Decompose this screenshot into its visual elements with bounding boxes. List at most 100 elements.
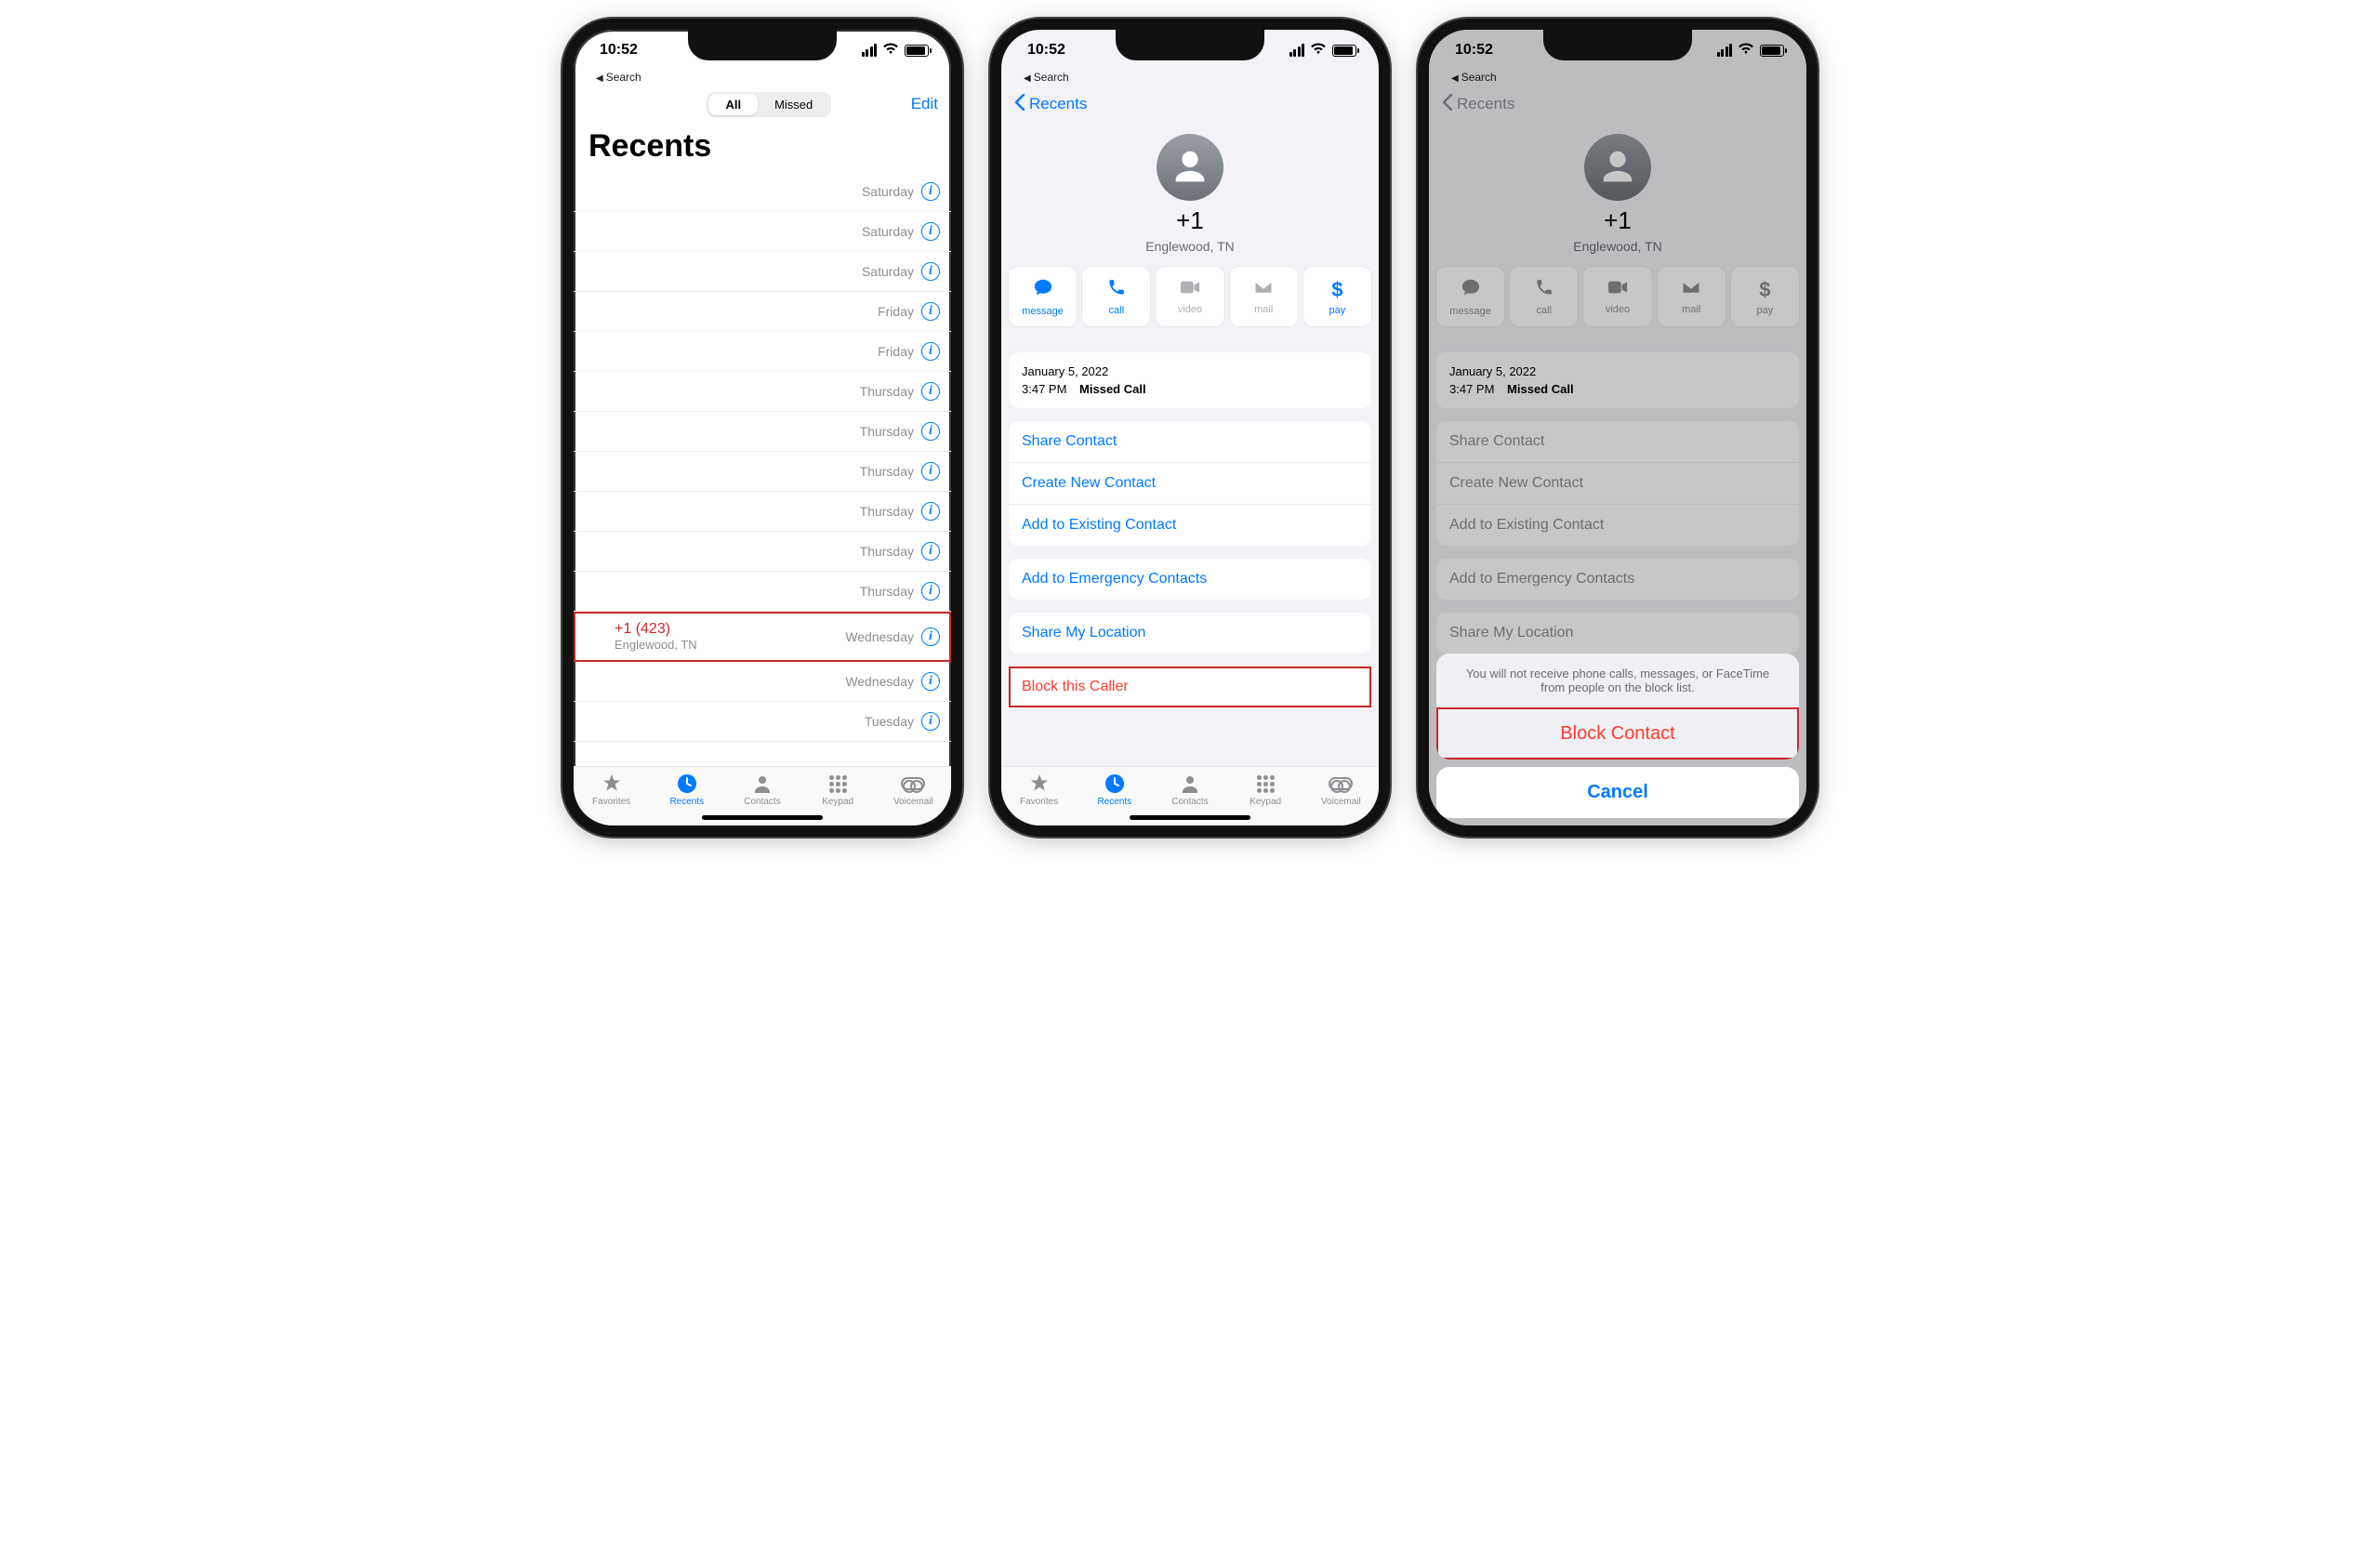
call-log-date: January 5, 2022 bbox=[1022, 364, 1358, 378]
battery-icon bbox=[905, 45, 929, 57]
segment-missed[interactable]: Missed bbox=[758, 94, 829, 115]
tab-voicemail[interactable]: Voicemail bbox=[1313, 772, 1368, 807]
info-icon[interactable]: i bbox=[921, 582, 940, 601]
phone-block-confirm: 10:52 Search Recents +1 Englewood, TN me… bbox=[1418, 19, 1818, 837]
action-video: video bbox=[1156, 267, 1223, 326]
info-icon[interactable]: i bbox=[921, 182, 940, 201]
create-new-contact[interactable]: Create New Contact bbox=[1009, 463, 1371, 505]
recents-row[interactable]: Tuesday i bbox=[574, 702, 951, 742]
back-button[interactable]: Recents bbox=[1014, 94, 1087, 115]
recents-row[interactable]: Thursday i bbox=[574, 452, 951, 492]
info-icon[interactable]: i bbox=[921, 262, 940, 281]
add-to-emergency-contacts[interactable]: Add to Emergency Contacts bbox=[1009, 559, 1371, 600]
recents-row[interactable]: Thursday i bbox=[574, 532, 951, 572]
call-time: Saturday bbox=[862, 184, 914, 199]
block-contact-button[interactable]: Block Contact bbox=[1436, 707, 1799, 759]
recents-filter-segment[interactable]: All Missed bbox=[707, 92, 831, 117]
call-time: Friday bbox=[878, 304, 914, 319]
action-call[interactable]: call bbox=[1082, 267, 1150, 326]
back-to-search[interactable]: Search bbox=[574, 71, 951, 84]
recents-row[interactable]: Friday i bbox=[574, 332, 951, 372]
call-log-time: 3:47 PM bbox=[1022, 382, 1066, 396]
info-icon[interactable]: i bbox=[921, 342, 940, 361]
notch bbox=[1543, 29, 1692, 60]
tab-label: Recents bbox=[669, 797, 704, 807]
share-my-location[interactable]: Share My Location bbox=[1009, 613, 1371, 654]
info-icon[interactable]: i bbox=[921, 502, 940, 521]
tab-label: Keypad bbox=[822, 797, 853, 807]
call-time: Saturday bbox=[862, 264, 914, 279]
recents-row[interactable]: Friday i bbox=[574, 292, 951, 332]
mail-icon bbox=[1253, 279, 1274, 301]
info-icon[interactable]: i bbox=[921, 462, 940, 481]
recents-row[interactable]: Thursday i bbox=[574, 572, 951, 612]
call-time: Friday bbox=[878, 344, 914, 359]
call-log-group: January 5, 2022 3:47 PM Missed Call bbox=[1009, 352, 1371, 408]
clock-icon bbox=[676, 772, 698, 795]
phone-icon bbox=[1107, 278, 1126, 302]
edit-button[interactable]: Edit bbox=[911, 95, 938, 113]
tab-contacts[interactable]: Contacts bbox=[734, 772, 790, 807]
action-pay[interactable]: $ pay bbox=[1303, 267, 1371, 326]
tab-recents[interactable]: Recents bbox=[659, 772, 715, 807]
chevron-left-icon bbox=[1014, 94, 1025, 115]
status-time: 10:52 bbox=[1027, 42, 1065, 59]
recents-row[interactable]: Wednesday i bbox=[574, 662, 951, 702]
add-to-existing-contact[interactable]: Add to Existing Contact bbox=[1009, 505, 1371, 546]
call-time: Wednesday bbox=[845, 629, 914, 644]
tab-favorites[interactable]: Favorites bbox=[584, 772, 640, 807]
recents-list[interactable]: Saturday i Saturday i Saturday i Friday … bbox=[574, 172, 951, 742]
info-icon[interactable]: i bbox=[921, 302, 940, 321]
info-icon[interactable]: i bbox=[921, 222, 940, 241]
action-sheet: You will not receive phone calls, messag… bbox=[1436, 654, 1799, 818]
tab-keypad[interactable]: Keypad bbox=[1237, 772, 1293, 807]
call-time: Saturday bbox=[862, 224, 914, 239]
tab-recents[interactable]: Recents bbox=[1087, 772, 1143, 807]
clock-icon bbox=[1104, 772, 1126, 795]
info-icon[interactable]: i bbox=[921, 542, 940, 561]
tab-voicemail[interactable]: Voicemail bbox=[885, 772, 941, 807]
recents-row[interactable]: Thursday i bbox=[574, 412, 951, 452]
tab-label: Recents bbox=[1097, 797, 1131, 807]
info-icon[interactable]: i bbox=[921, 712, 940, 731]
info-icon[interactable]: i bbox=[921, 382, 940, 401]
avatar bbox=[1157, 134, 1223, 201]
wifi-icon bbox=[1310, 42, 1327, 59]
person-icon bbox=[751, 772, 774, 795]
action-label: message bbox=[1022, 306, 1064, 317]
share-contact[interactable]: Share Contact bbox=[1009, 421, 1371, 463]
call-time: Thursday bbox=[860, 544, 914, 559]
recents-row[interactable]: Saturday i bbox=[574, 212, 951, 252]
phone-contact-card: 10:52 Search Recents +1 Englewood, TN me… bbox=[990, 19, 1390, 837]
action-message[interactable]: message bbox=[1009, 267, 1077, 326]
recents-row[interactable]: Thursday i bbox=[574, 492, 951, 532]
info-icon[interactable]: i bbox=[921, 627, 940, 646]
recents-row[interactable]: Thursday i bbox=[574, 372, 951, 412]
call-time: Thursday bbox=[860, 424, 914, 439]
back-label: Recents bbox=[1029, 95, 1087, 113]
info-icon[interactable]: i bbox=[921, 672, 940, 691]
call-location: Englewood, TN bbox=[615, 638, 697, 652]
contact-number: +1 bbox=[1001, 206, 1379, 235]
recents-row[interactable]: Saturday i bbox=[574, 172, 951, 212]
call-log-kind: Missed Call bbox=[1079, 382, 1146, 396]
cancel-button[interactable]: Cancel bbox=[1436, 767, 1799, 818]
home-indicator[interactable] bbox=[1130, 815, 1250, 820]
info-icon[interactable]: i bbox=[921, 422, 940, 441]
tab-label: Favorites bbox=[1020, 797, 1058, 807]
recents-row[interactable]: Saturday i bbox=[574, 252, 951, 292]
tab-keypad[interactable]: Keypad bbox=[810, 772, 866, 807]
block-this-caller[interactable]: Block this Caller bbox=[1009, 667, 1371, 707]
tab-label: Voicemail bbox=[1321, 797, 1361, 807]
call-time: Wednesday bbox=[845, 674, 914, 689]
home-indicator[interactable] bbox=[702, 815, 823, 820]
person-icon bbox=[1169, 146, 1211, 189]
dollar-icon: $ bbox=[1331, 278, 1342, 302]
back-to-search[interactable]: Search bbox=[1001, 71, 1379, 84]
call-time: Thursday bbox=[860, 504, 914, 519]
recents-row[interactable]: +1 (423) Englewood, TN Wednesday i bbox=[574, 612, 951, 662]
segment-all[interactable]: All bbox=[708, 94, 758, 115]
tab-label: Voicemail bbox=[893, 797, 933, 807]
tab-favorites[interactable]: Favorites bbox=[1012, 772, 1067, 807]
tab-contacts[interactable]: Contacts bbox=[1162, 772, 1218, 807]
